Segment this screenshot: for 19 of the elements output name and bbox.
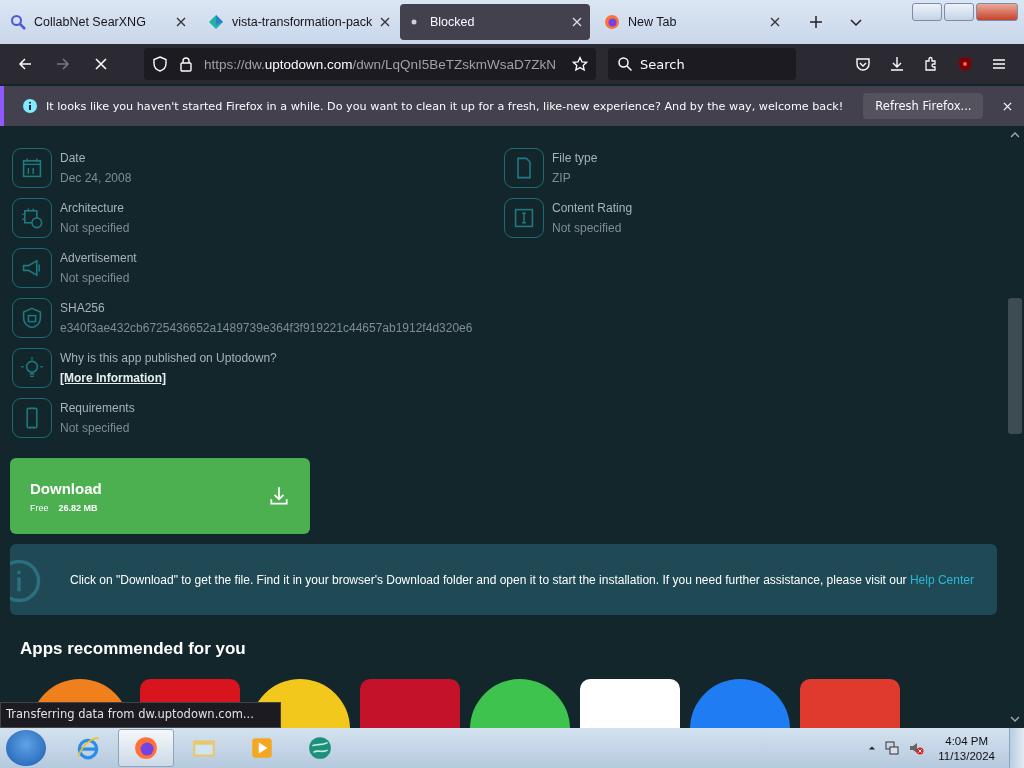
detail-value: Not specified bbox=[60, 221, 130, 235]
detail-value: Not specified bbox=[60, 271, 131, 285]
detail-label: File type bbox=[552, 151, 598, 165]
status-tooltip: Transferring data from dw.uptodown.com... bbox=[0, 702, 281, 728]
detail-value: Not specified bbox=[60, 421, 131, 435]
detail-label: Why is this app published on Uptodown? bbox=[60, 351, 277, 365]
detail-label: Architecture bbox=[60, 201, 126, 215]
detail-value: e340f3ae432cb6725436652a1489739e364f3f919221c44657ab1912f4d320e6 bbox=[60, 321, 473, 335]
section-heading: Apps recommended for you bbox=[20, 639, 247, 659]
detail-value: Not specified bbox=[552, 221, 623, 235]
detail-value: Dec 24, 2008 bbox=[60, 171, 132, 185]
info-text: Click on "Download" to get the file. Find it in your browser's Download folder and open it to start the installation. If you need further assistance, please visit our Help Center bbox=[70, 572, 974, 587]
detail-label: SHA256 bbox=[60, 301, 106, 315]
detail-label: Advertisement bbox=[60, 251, 137, 265]
detail-label: Date bbox=[60, 151, 87, 165]
notification-text: It looks like you haven't started Firefox in a while. Do you want to clean it up for a fresh, like-new experience? And by the way, welcome back! bbox=[46, 99, 844, 113]
detail-value: ZIP bbox=[552, 171, 572, 185]
detail-label: Requirements bbox=[60, 401, 135, 415]
detail-label: Content Rating bbox=[552, 201, 633, 215]
